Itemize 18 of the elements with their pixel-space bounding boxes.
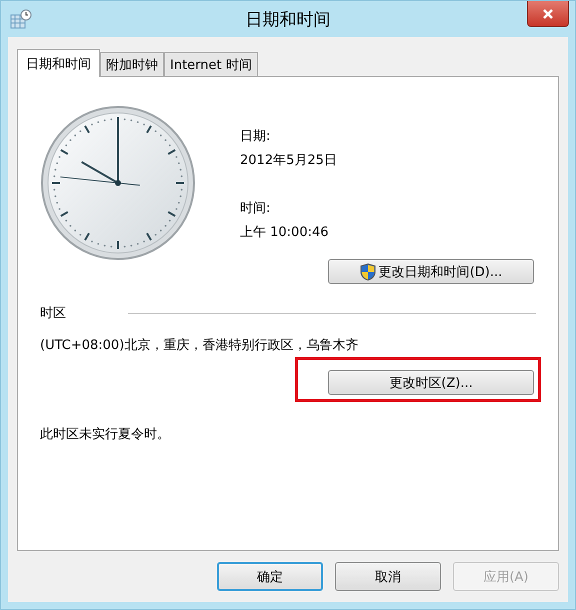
dialog-button[interactable]: 确定 (217, 562, 323, 591)
close-icon (542, 8, 554, 20)
window-title: 日期和时间 (246, 9, 330, 31)
calendar-clock-icon (10, 9, 32, 29)
tab[interactable]: 附加时钟 (100, 52, 164, 76)
change-date-time-button[interactable]: 更改日期和时间(D)... (328, 259, 534, 284)
dialog-button[interactable]: 取消 (335, 562, 441, 591)
date-value: 2012年5月25日 (240, 152, 337, 169)
time-zone-heading: 时区 (40, 305, 66, 322)
tab[interactable]: Internet 时间 (164, 52, 258, 76)
time-value: 上午 10:00:46 (240, 224, 330, 241)
date-label: 日期: (240, 128, 272, 145)
time-label: 时间: (240, 200, 272, 217)
tab[interactable]: 日期和时间 (17, 49, 100, 77)
dst-note: 此时区未实行夏令时。 (40, 426, 171, 443)
close-button[interactable] (527, 1, 569, 27)
time-zone-value: (UTC+08:00)北京，重庆，香港特别行政区，乌鲁木齐 (40, 337, 360, 354)
change-time-zone-button[interactable]: 更改时区(Z)... (328, 370, 534, 395)
